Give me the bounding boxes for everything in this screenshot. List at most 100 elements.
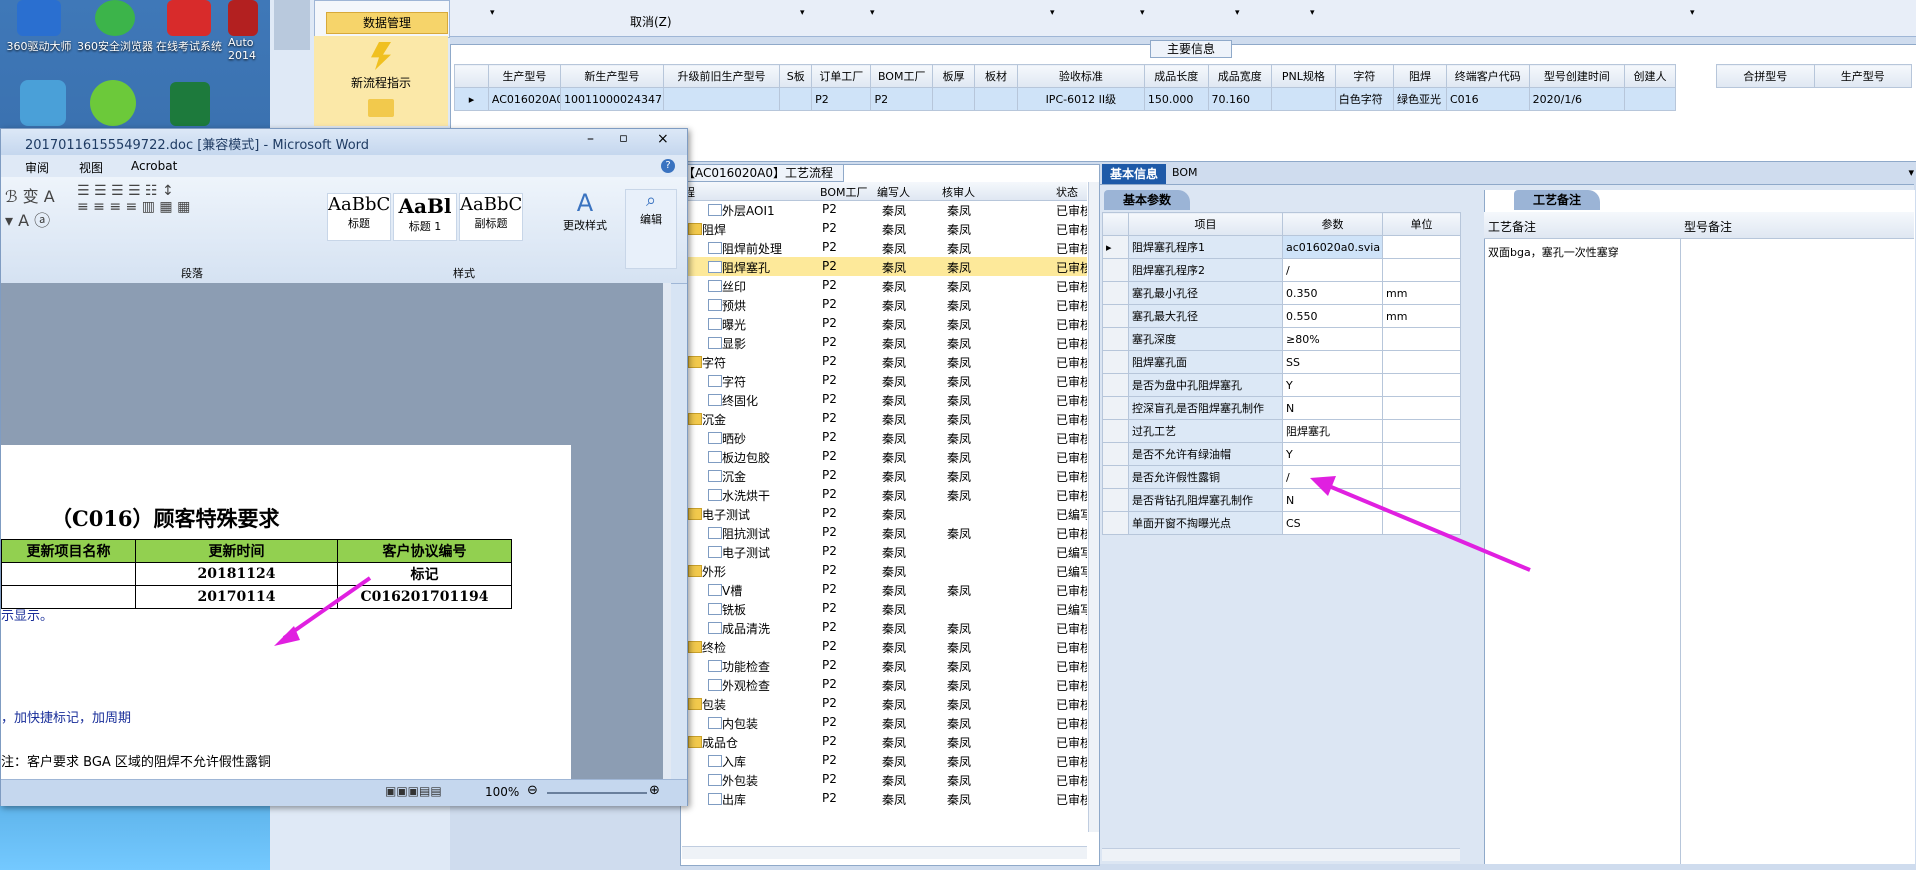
process-row[interactable]: 外观检查 P2 秦凤 秦凤 已审核 xyxy=(682,675,1087,694)
minimize-icon[interactable]: – xyxy=(587,131,594,147)
param-unit[interactable] xyxy=(1382,373,1461,397)
process-row[interactable]: 电子测试 P2 秦凤 已编写 xyxy=(682,504,1087,523)
table-cell[interactable]: C016 xyxy=(1445,87,1530,111)
process-row[interactable]: 内包装 P2 秦凤 秦凤 已审核 xyxy=(682,713,1087,732)
zoom-level[interactable]: 100% xyxy=(485,785,519,799)
table-cell[interactable]: 绿色亚光 xyxy=(1392,87,1447,111)
column-header[interactable]: 生产型号 xyxy=(487,64,561,88)
maximize-icon[interactable]: ▫ xyxy=(619,131,628,146)
table-row[interactable]: ▸ 阻焊塞孔程序1 ac016020a0.svia xyxy=(1102,235,1461,259)
column-header[interactable]: 字符 xyxy=(1334,64,1394,88)
param-unit[interactable] xyxy=(1382,442,1461,466)
column-header[interactable]: 型号备注 xyxy=(1684,218,1732,235)
column-header[interactable]: 单位 xyxy=(1382,212,1461,236)
chevron-down-icon[interactable]: ▾ xyxy=(1908,166,1914,179)
column-header[interactable]: 项目 xyxy=(1128,212,1283,236)
sidebar-item-data-management[interactable]: 数据管理 xyxy=(326,12,448,34)
param-unit[interactable]: mm xyxy=(1382,281,1461,305)
table-cell[interactable] xyxy=(662,87,781,111)
table-cell[interactable] xyxy=(931,87,976,111)
style-subtitle[interactable]: AaBbC 副标题 xyxy=(459,193,523,241)
table-row[interactable]: 是否不允许有绿油帽 Y xyxy=(1102,442,1461,466)
process-note[interactable]: 双面bga，塞孔一次性塞穿 xyxy=(1488,244,1619,260)
process-row[interactable]: 字符 P2 秦凤 秦凤 已审核 xyxy=(682,371,1087,390)
param-value[interactable]: 阻焊塞孔 xyxy=(1282,419,1383,443)
process-row[interactable]: 铣板 P2 秦凤 已编写 xyxy=(682,599,1087,618)
param-value[interactable]: 0.350 xyxy=(1282,281,1383,305)
param-value[interactable]: / xyxy=(1282,258,1383,282)
chevron-down-icon[interactable]: ▾ xyxy=(490,8,495,18)
column-header[interactable]: 工艺备注 xyxy=(1488,218,1536,235)
table-cell[interactable] xyxy=(779,87,813,111)
edit-button[interactable]: ⌕ 编辑 xyxy=(625,189,677,269)
process-row[interactable]: 成品清洗 P2 秦凤 秦凤 已审核 xyxy=(682,618,1087,637)
process-row[interactable]: 电子测试 P2 秦凤 已编写 xyxy=(682,542,1087,561)
column-header[interactable]: BOM工厂 xyxy=(820,184,868,200)
process-row[interactable]: 字符 P2 秦凤 秦凤 已审核 xyxy=(682,352,1087,371)
process-row[interactable]: 沉金 P2 秦凤 秦凤 已审核 xyxy=(682,466,1087,485)
column-header[interactable]: 板材 xyxy=(974,64,1018,88)
column-header[interactable]: 创建人 xyxy=(1624,64,1676,88)
style-title[interactable]: AaBbC 标题 xyxy=(327,193,391,241)
desktop-icon-exam[interactable]: 在线考试系统 xyxy=(150,0,228,54)
tab-acrobat[interactable]: Acrobat xyxy=(131,159,177,173)
process-row[interactable]: 板边包胶 P2 秦凤 秦凤 已审核 xyxy=(682,447,1087,466)
process-row[interactable]: 阻焊 P2 秦凤 秦凤 已审核 xyxy=(682,219,1087,238)
chevron-down-icon[interactable]: ▾ xyxy=(1235,8,1240,18)
table-cell[interactable]: P2 xyxy=(870,87,933,111)
process-row[interactable]: 预烘 P2 秦凤 秦凤 已审核 xyxy=(682,295,1087,314)
style-heading-1[interactable]: AaBl 标题 1 xyxy=(393,193,457,241)
doc-line[interactable]: 示显示。 xyxy=(1,605,53,624)
column-header[interactable]: 验收标准 xyxy=(1016,64,1145,88)
plus-icon[interactable] xyxy=(90,80,136,126)
sidebar-item-new-process[interactable]: 新流程指示 xyxy=(314,36,448,126)
param-unit[interactable] xyxy=(1382,419,1461,443)
table-row[interactable]: 塞孔深度 ≥80% xyxy=(1102,327,1461,351)
table-cell[interactable]: 2020/1/6 xyxy=(1528,87,1626,111)
column-header[interactable]: 生产型号 xyxy=(1813,64,1912,88)
column-header[interactable]: 阻焊 xyxy=(1392,64,1447,88)
column-header[interactable]: 核审人 xyxy=(942,184,975,200)
process-row[interactable]: 包装 P2 秦凤 秦凤 已审核 xyxy=(682,694,1087,713)
process-row[interactable]: 外层AOI1 P2 秦凤 秦凤 已审核 xyxy=(682,200,1087,219)
font-tools[interactable]: ℬ 变 A ▾ A ⓐ xyxy=(5,183,65,263)
params-horizontal-scrollbar[interactable] xyxy=(1102,848,1460,861)
process-row[interactable]: V槽 P2 秦凤 秦凤 已审核 xyxy=(682,580,1087,599)
help-icon[interactable]: ? xyxy=(661,159,675,173)
param-value[interactable]: N xyxy=(1282,396,1383,420)
change-styles-button[interactable]: A 更改样式 xyxy=(563,189,607,233)
menu-cancel[interactable]: 取消(Z) xyxy=(630,13,672,30)
doc-line[interactable]: ，加快捷标记，加周期 xyxy=(1,707,131,726)
p-app-icon[interactable] xyxy=(170,82,210,126)
tab-basic-params[interactable]: 基本参数 xyxy=(1104,190,1190,210)
zoom-out-icon[interactable]: ⊖ xyxy=(527,783,538,798)
table-cell[interactable]: IPC-6012 II级 xyxy=(1016,87,1145,111)
process-row[interactable]: 丝印 P2 秦凤 秦凤 已审核 xyxy=(682,276,1087,295)
column-header[interactable]: 板厚 xyxy=(931,64,976,88)
chevron-down-icon[interactable]: ▾ xyxy=(870,8,875,18)
process-scrollbar[interactable] xyxy=(1088,182,1099,832)
process-row[interactable]: 终检 P2 秦凤 秦凤 已审核 xyxy=(682,637,1087,656)
table-cell[interactable]: 150.000 xyxy=(1143,87,1209,111)
process-row[interactable]: 出库 P2 秦凤 秦凤 已审核 xyxy=(682,789,1087,808)
table-cell[interactable] xyxy=(1271,87,1336,111)
process-row[interactable]: 显影 P2 秦凤 秦凤 已审核 xyxy=(682,333,1087,352)
process-row[interactable]: 功能检查 P2 秦凤 秦凤 已审核 xyxy=(682,656,1087,675)
table-row[interactable]: 塞孔最大孔径 0.550 mm xyxy=(1102,304,1461,328)
table-row[interactable]: ▸ AC016020A0 10011000024347 P2 P2 IPC-60… xyxy=(454,87,1676,111)
process-row[interactable]: 阻焊前处理 P2 秦凤 秦凤 已审核 xyxy=(682,238,1087,257)
close-icon[interactable]: × xyxy=(657,131,669,147)
param-unit[interactable] xyxy=(1382,350,1461,374)
column-header[interactable]: 合拼型号 xyxy=(1716,64,1815,88)
table-row[interactable]: 控深盲孔是否阻焊塞孔制作 N xyxy=(1102,396,1461,420)
param-unit[interactable] xyxy=(1382,258,1461,282)
column-header[interactable]: 成品宽度 xyxy=(1207,64,1273,88)
param-value[interactable]: SS xyxy=(1282,350,1383,374)
table-row[interactable]: 塞孔最小孔径 0.350 mm xyxy=(1102,281,1461,305)
column-header[interactable]: 参数 xyxy=(1282,212,1383,236)
table-row[interactable]: 过孔工艺 阻焊塞孔 xyxy=(1102,419,1461,443)
process-row[interactable]: 阻抗测试 P2 秦凤 秦凤 已审核 xyxy=(682,523,1087,542)
table-cell[interactable]: P2 xyxy=(811,87,872,111)
table-cell[interactable]: 白色字符 xyxy=(1334,87,1394,111)
table-cell[interactable]: 10011000024347 xyxy=(559,87,664,111)
